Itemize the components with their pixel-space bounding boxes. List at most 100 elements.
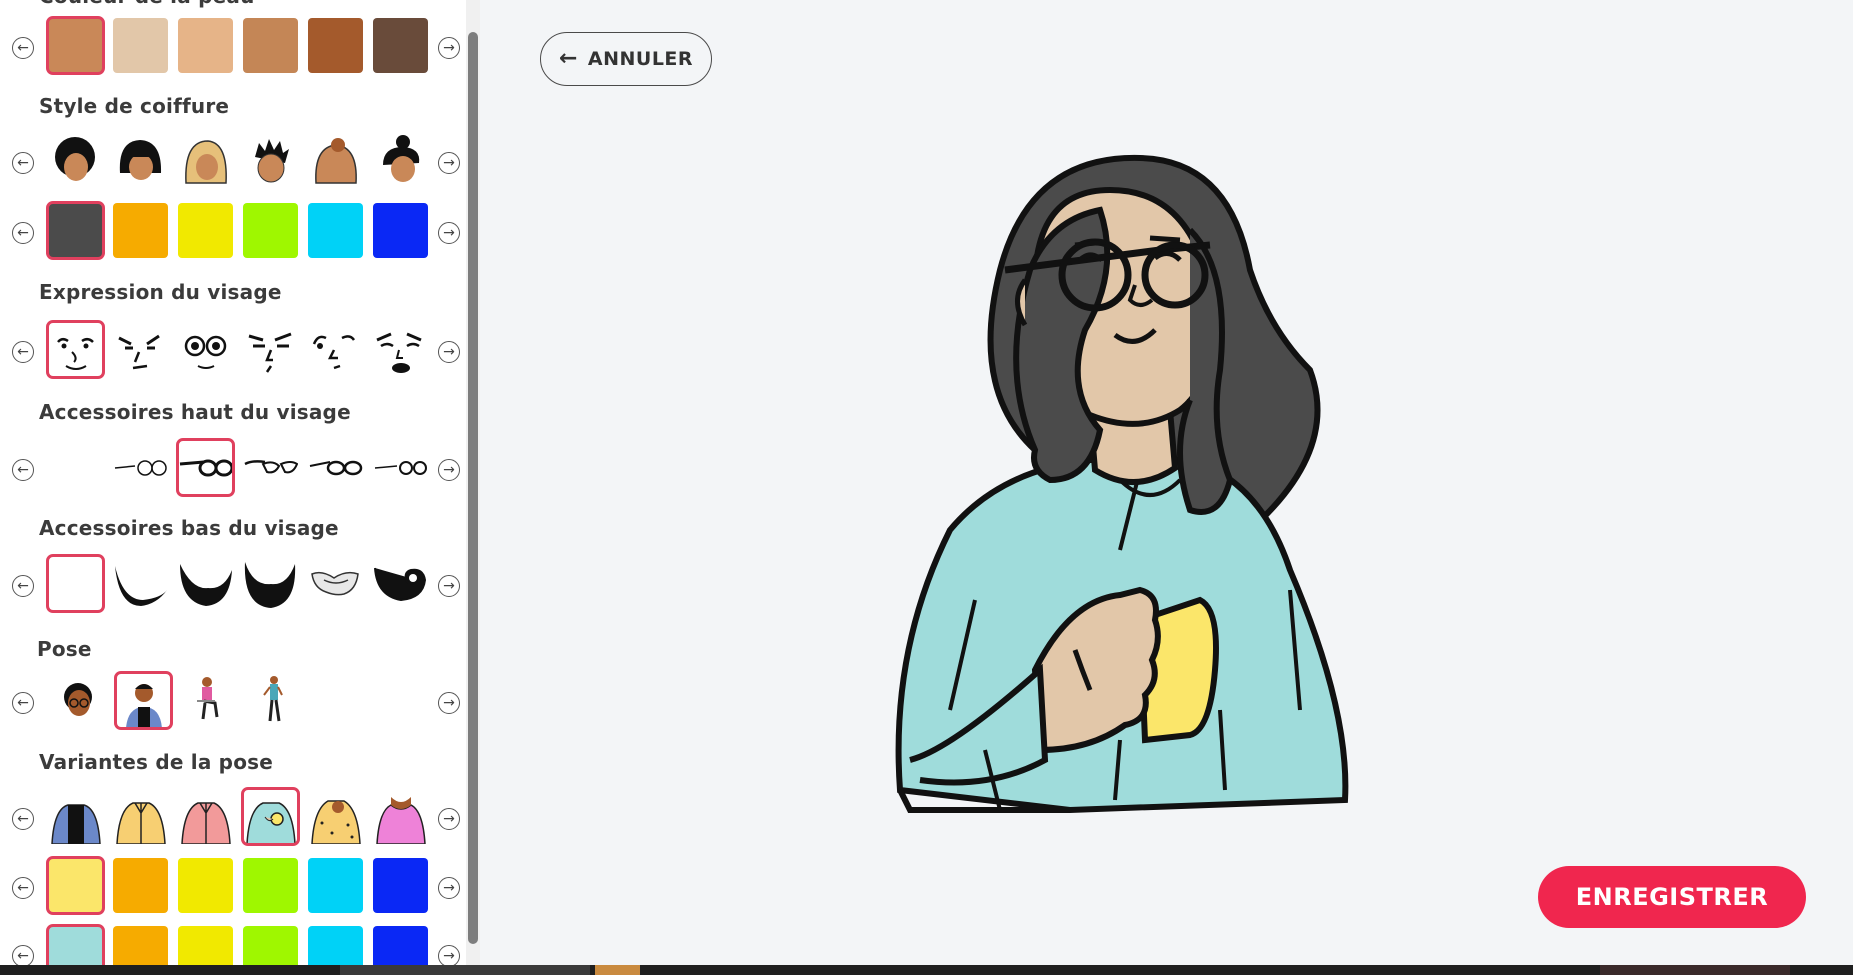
skin-color-row: ← → [10,16,460,78]
clothing-color-swatch[interactable] [46,856,105,915]
cancel-button[interactable]: ← ANNULER [540,32,712,86]
prev-arrow-icon[interactable]: ← [12,808,34,830]
dotted-shirt-icon[interactable] [308,789,363,844]
squint-face-icon[interactable] [308,322,363,377]
section-title-pose-variants: Variantes de la pose [39,750,274,774]
prev-arrow-icon[interactable]: ← [12,459,34,481]
taskbar-item[interactable] [340,965,590,975]
none-icon[interactable] [46,554,105,613]
skin-color-swatch[interactable] [178,18,233,73]
next-arrow-icon[interactable]: → [438,692,460,714]
next-arrow-icon[interactable]: → [438,222,460,244]
blue-jacket-icon[interactable] [48,789,103,844]
bob-bangs-hair-icon[interactable] [113,133,168,188]
next-arrow-icon[interactable]: → [438,341,460,363]
clothing-color-swatch[interactable] [243,926,298,965]
smile-face-icon[interactable] [46,320,105,379]
wink-face-icon[interactable] [113,322,168,377]
clothing-color-swatch[interactable] [243,858,298,913]
bun-hair-icon[interactable] [308,133,363,188]
sidebar-scrollbar-thumb[interactable] [468,32,478,944]
next-arrow-icon[interactable]: → [438,808,460,830]
full-beard-icon[interactable] [243,556,298,611]
prev-arrow-icon[interactable]: ← [12,37,34,59]
spiky-hair-icon[interactable] [243,133,298,188]
bust-pose-icon[interactable] [114,671,173,730]
bottom-accessories-row: ← → [10,554,460,616]
goatee-icon[interactable] [373,556,428,611]
hair-color-swatch[interactable] [373,203,428,258]
skin-color-swatch[interactable] [113,18,168,73]
no-accessory-icon[interactable] [48,440,103,495]
round-glasses-icon[interactable] [113,440,168,495]
hair-color-row: ← → [10,201,460,263]
next-arrow-icon[interactable]: → [438,152,460,174]
hair-color-swatch[interactable] [113,203,168,258]
section-title-expression: Expression du visage [39,280,282,304]
section-title-top-accessories: Accessoires haut du visage [39,400,351,424]
mustache-beard-icon[interactable] [178,556,233,611]
hair-style-row: ← → [10,133,460,193]
chin-beard-icon[interactable] [113,556,168,611]
prev-arrow-icon[interactable]: ← [12,341,34,363]
standing-pose-icon[interactable] [246,673,301,728]
hair-color-swatch[interactable] [308,203,363,258]
clothing-color-swatch[interactable] [46,924,105,965]
clothing-color-swatch[interactable] [308,858,363,913]
clothing-color-swatch[interactable] [373,858,428,913]
pink-shirt-icon[interactable] [178,789,233,844]
angry-face-icon[interactable] [243,322,298,377]
next-arrow-icon[interactable]: → [438,945,460,965]
prev-arrow-icon[interactable]: ← [12,222,34,244]
blonde-long-hair-icon[interactable] [178,133,233,188]
save-button[interactable]: ENREGISTRER [1538,866,1806,928]
sad-face-icon[interactable] [373,322,428,377]
clothing-color-swatch[interactable] [373,926,428,965]
prev-arrow-icon[interactable]: ← [12,877,34,899]
prev-arrow-icon[interactable]: ← [12,945,34,965]
thin-glasses-icon[interactable] [308,440,363,495]
light-moustache-icon[interactable] [308,556,363,611]
next-arrow-icon[interactable]: → [438,877,460,899]
pink-top-icon[interactable] [373,789,428,844]
next-arrow-icon[interactable]: → [438,37,460,59]
avatar-editor: Couleur de la peau ← → Style de coiffure… [0,0,1853,975]
clothing-color-swatch[interactable] [178,858,233,913]
cat-eye-glasses-icon[interactable] [243,440,298,495]
next-arrow-icon[interactable]: → [438,575,460,597]
bold-glasses-icon[interactable] [176,438,235,497]
prev-arrow-icon[interactable]: ← [12,575,34,597]
small-glasses-icon[interactable] [373,440,428,495]
next-arrow-icon[interactable]: → [438,459,460,481]
cancel-label: ANNULER [587,48,694,70]
updo-hair-icon[interactable] [373,133,428,188]
skin-color-swatch[interactable] [243,18,298,73]
clothing-color-swatch[interactable] [178,926,233,965]
hair-color-swatch[interactable] [178,203,233,258]
customization-sidebar: Couleur de la peau ← → Style de coiffure… [0,0,480,965]
hair-color-swatch[interactable] [243,203,298,258]
afro-hair-icon[interactable] [48,133,103,188]
hair-color-swatch[interactable] [46,201,105,260]
skin-color-swatch[interactable] [373,18,428,73]
surprised-face-icon[interactable] [178,322,233,377]
taskbar-item[interactable] [595,965,640,975]
yellow-shirt-icon[interactable] [113,789,168,844]
skin-color-swatch[interactable] [308,18,363,73]
section-title-pose: Pose [37,637,92,661]
pose-row: ← → [10,671,460,733]
prev-arrow-icon[interactable]: ← [12,152,34,174]
section-title-hair: Style de coiffure [39,94,230,118]
taskbar-item[interactable] [1600,965,1790,975]
clothing-color-swatch[interactable] [308,926,363,965]
mug-shirt-icon[interactable] [241,787,300,846]
sitting-pose-icon[interactable] [181,673,236,728]
clothing-color-row-2: ← → [10,924,460,965]
clothing-color-row: ← → [10,856,460,918]
prev-arrow-icon[interactable]: ← [12,692,34,714]
pose-variants-row: ← → [10,787,460,849]
head-pose-icon[interactable] [51,673,106,728]
clothing-color-swatch[interactable] [113,926,168,965]
skin-color-swatch[interactable] [46,16,105,75]
clothing-color-swatch[interactable] [113,858,168,913]
